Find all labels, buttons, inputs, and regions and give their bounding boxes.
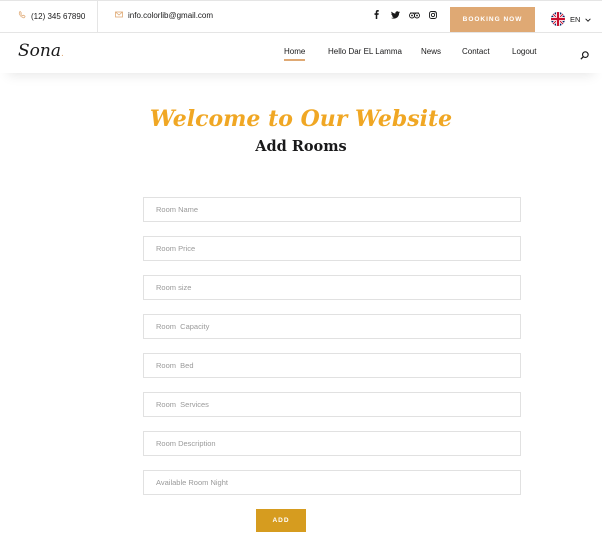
nav-item-news[interactable]: News [421, 47, 441, 56]
page-title: Add Rooms [255, 138, 347, 155]
room-bed-input[interactable] [143, 353, 521, 378]
room-services-input[interactable] [143, 392, 521, 417]
language-selector[interactable]: EN [551, 12, 592, 26]
room-description-input[interactable] [143, 431, 521, 456]
mail-icon [115, 11, 123, 20]
room-name-input[interactable] [143, 197, 521, 222]
email-address: info.colorlib@gmail.com [128, 11, 214, 20]
facebook-icon[interactable] [371, 10, 381, 21]
main-nav: Home Hello Dar EL Lamma News Contact Log… [0, 47, 602, 67]
instagram-icon[interactable] [428, 10, 438, 21]
booking-now-button[interactable]: BOOKING NOW [450, 7, 535, 32]
email-contact[interactable]: info.colorlib@gmail.com [115, 11, 213, 20]
chevron-down-icon [585, 15, 592, 24]
phone-contact: (12) 345 67890 [18, 11, 85, 21]
room-size-input[interactable] [143, 275, 521, 300]
room-capacity-input[interactable] [143, 314, 521, 339]
main-header: Sona. Home Hello Dar EL Lamma News Conta… [0, 33, 602, 73]
available-room-night-input[interactable] [143, 470, 521, 495]
nav-item-home[interactable]: Home [284, 47, 306, 61]
social-links [371, 10, 438, 21]
room-price-input[interactable] [143, 236, 521, 261]
phone-icon [18, 11, 26, 21]
nav-item-hello-dar-el-lamma[interactable]: Hello Dar EL Lamma [328, 47, 402, 56]
top-bar: (12) 345 67890 info.colorlib@gmail.com B… [0, 0, 602, 33]
phone-number: (12) 345 67890 [31, 11, 86, 21]
twitter-icon[interactable] [390, 10, 400, 21]
search-icon[interactable] [580, 47, 589, 65]
uk-flag-icon [551, 12, 565, 26]
add-room-button[interactable]: ADD [256, 509, 306, 532]
language-label: EN [570, 14, 581, 24]
welcome-heading: Welcome to Our Website [149, 106, 453, 132]
topbar-divider [97, 1, 98, 33]
nav-item-logout[interactable]: Logout [512, 47, 536, 56]
tripadvisor-icon[interactable] [409, 11, 420, 21]
nav-item-contact[interactable]: Contact [462, 47, 490, 56]
